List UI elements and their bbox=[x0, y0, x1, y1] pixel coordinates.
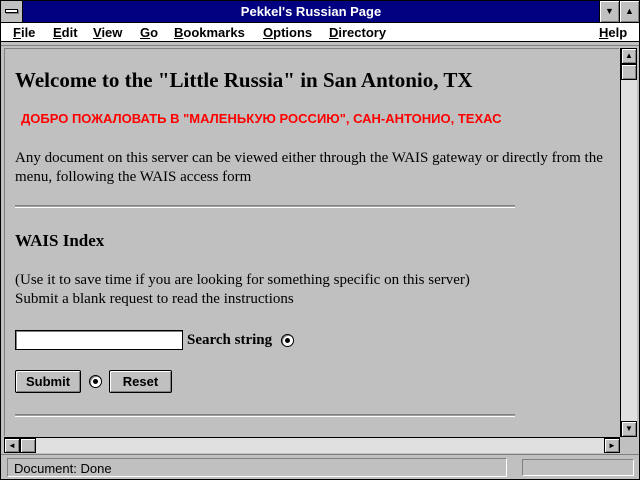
menu-directory[interactable]: Directory bbox=[329, 24, 386, 41]
up-triangle-icon: ▲ bbox=[625, 6, 634, 16]
system-menu-button[interactable] bbox=[1, 1, 23, 22]
search-row: Search string bbox=[15, 330, 610, 352]
wais-description: (Use it to save time if you are looking … bbox=[15, 271, 610, 309]
scroll-left-button[interactable]: ◄ bbox=[4, 438, 20, 453]
scroll-right-button[interactable]: ► bbox=[604, 438, 620, 453]
wais-line-2: Submit a blank request to read the instr… bbox=[15, 291, 294, 307]
menu-go[interactable]: Go bbox=[140, 24, 158, 41]
menu-bar: File Edit View Go Bookmarks Options Dire… bbox=[1, 23, 639, 42]
search-radio[interactable] bbox=[281, 334, 294, 347]
title-bar: Pekkel's Russian Page ▼ ▲ bbox=[1, 1, 639, 23]
toolbar-strip bbox=[1, 43, 639, 46]
horizontal-rule bbox=[15, 205, 515, 208]
progress-indicator bbox=[522, 459, 634, 476]
vertical-scroll-thumb[interactable] bbox=[621, 64, 637, 80]
intro-paragraph: Any document on this server can be viewe… bbox=[15, 150, 603, 185]
scroll-up-button[interactable]: ▲ bbox=[621, 48, 637, 64]
horizontal-scrollbar[interactable]: ◄ ► bbox=[4, 437, 620, 453]
wais-line-1: (Use it to save time if you are looking … bbox=[15, 272, 470, 288]
vertical-scrollbar[interactable]: ▲ ▼ bbox=[620, 48, 637, 437]
vertical-scroll-track[interactable] bbox=[621, 64, 637, 421]
page-heading: Welcome to the "Little Russia" in San An… bbox=[15, 68, 473, 92]
document-view: Welcome to the "Little Russia" in San An… bbox=[4, 48, 619, 436]
menu-file[interactable]: File bbox=[13, 24, 35, 41]
horizontal-scroll-thumb[interactable] bbox=[20, 438, 36, 453]
wais-heading: WAIS Index bbox=[15, 231, 105, 250]
left-arrow-icon: ◄ bbox=[8, 441, 16, 450]
search-input[interactable] bbox=[15, 330, 183, 350]
horizontal-rule-bottom bbox=[15, 414, 515, 417]
submit-button[interactable]: Submit bbox=[15, 370, 81, 393]
menu-bookmarks[interactable]: Bookmarks bbox=[174, 24, 245, 41]
down-arrow-icon: ▼ bbox=[625, 424, 633, 433]
form-buttons: Submit Reset bbox=[15, 370, 610, 394]
search-label: Search string bbox=[187, 332, 273, 348]
scroll-down-button[interactable]: ▼ bbox=[621, 421, 637, 437]
menu-options[interactable]: Options bbox=[263, 24, 312, 41]
right-arrow-icon: ► bbox=[608, 441, 616, 450]
menu-edit[interactable]: Edit bbox=[53, 24, 78, 41]
system-menu-icon bbox=[5, 9, 18, 13]
status-text: Document: Done bbox=[7, 458, 507, 477]
document-body: Welcome to the "Little Russia" in San An… bbox=[15, 67, 610, 417]
reset-button[interactable]: Reset bbox=[109, 370, 172, 393]
up-arrow-icon: ▲ bbox=[625, 51, 633, 60]
menu-view[interactable]: View bbox=[93, 24, 122, 41]
menu-help[interactable]: Help bbox=[599, 24, 627, 41]
russian-greeting: ДОБРО ПОЖАЛОВАТЬ В "МАЛЕНЬКУЮ РОССИЮ", С… bbox=[21, 111, 502, 126]
status-bar: Document: Done bbox=[1, 454, 639, 479]
minimize-button[interactable]: ▼ bbox=[599, 1, 619, 22]
browser-window: Pekkel's Russian Page ▼ ▲ File Edit View… bbox=[0, 0, 640, 480]
down-triangle-icon: ▼ bbox=[605, 6, 614, 16]
form-radio[interactable] bbox=[89, 375, 102, 388]
maximize-button[interactable]: ▲ bbox=[619, 1, 639, 22]
window-title: Pekkel's Russian Page bbox=[240, 4, 382, 19]
